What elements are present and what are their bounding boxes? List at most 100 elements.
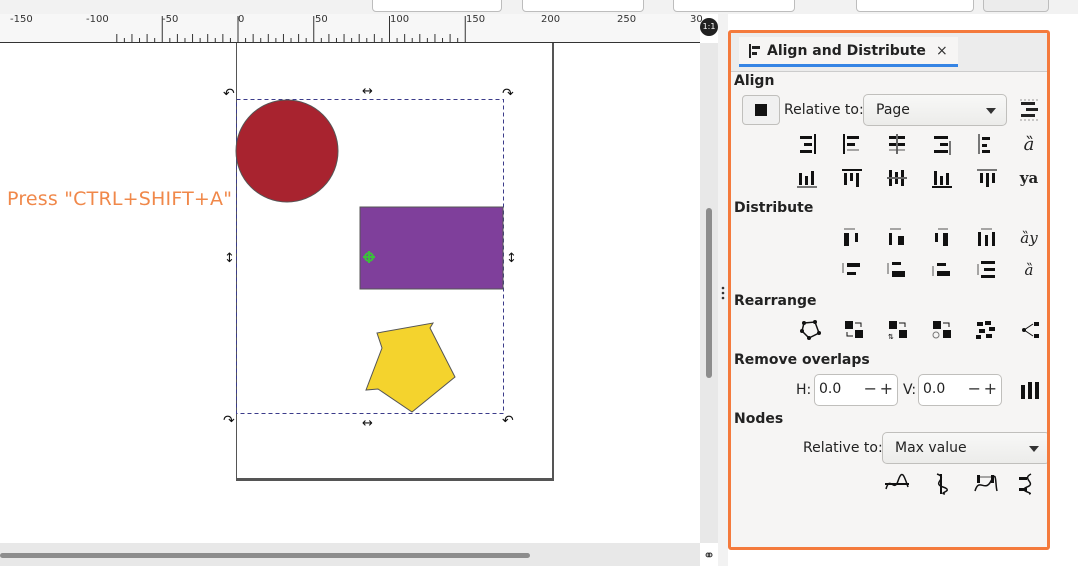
- toolbar-unit-button[interactable]: [983, 0, 1049, 12]
- red-circle[interactable]: [235, 99, 339, 203]
- skew-handle-icon[interactable]: ↔: [362, 84, 373, 99]
- rearrange-graph-button[interactable]: [795, 315, 825, 345]
- distribute-gaps-v-icon: [977, 261, 995, 278]
- horizontal-gap-spinbox[interactable]: 0.0 − +: [814, 374, 898, 406]
- align-text-anchors-button[interactable]: ȁ: [1014, 129, 1044, 159]
- section-title-align: Align: [734, 73, 775, 89]
- center-on-vertical-axis-button[interactable]: [882, 129, 912, 159]
- distribute-text-anchors-v-button[interactable]: ȁ: [1014, 255, 1044, 285]
- exchange-positions-stacking-order-button[interactable]: ⇅: [883, 315, 913, 345]
- distribute-gaps-horizontally-button[interactable]: [972, 223, 1002, 253]
- rotate-handle-icon[interactable]: ↷: [502, 86, 514, 102]
- nodes-relative-dropdown[interactable]: Max value: [882, 432, 1047, 464]
- align-nodes-vertical-button[interactable]: [927, 469, 957, 499]
- align-right-edges-to-left-button[interactable]: [792, 129, 822, 159]
- vertical-gap-value[interactable]: 0.0: [923, 381, 945, 397]
- toolbar-field-x[interactable]: [372, 0, 502, 12]
- unclump-button[interactable]: [1015, 315, 1045, 345]
- skew-handle-icon[interactable]: ↕: [506, 251, 517, 266]
- nodes-relative-value: Max value: [895, 440, 967, 456]
- exchange-positions-selection-order-button[interactable]: [839, 315, 869, 345]
- purple-rectangle[interactable]: [359, 206, 504, 290]
- ruler-label: 100: [390, 14, 410, 25]
- treat-as-group-button[interactable]: [742, 95, 780, 125]
- text-distribute-h-icon: ȁy: [1020, 229, 1038, 247]
- align-bottom-edge-icon: [797, 171, 817, 188]
- horizontal-gap-value[interactable]: 0.0: [819, 381, 841, 397]
- tab-align-and-distribute[interactable]: Align and Distribute ×: [739, 37, 958, 67]
- rotate-handle-icon[interactable]: ↶: [223, 86, 235, 102]
- align-right-icon: [934, 136, 951, 155]
- decrement-button[interactable]: −: [864, 379, 877, 398]
- vertical-gap-spinbox[interactable]: 0.0 − +: [918, 374, 1002, 406]
- ruler-label: -50: [162, 14, 179, 25]
- section-title-remove-overlaps: Remove overlaps: [734, 352, 870, 368]
- toolbar-field-y[interactable]: [522, 0, 644, 12]
- vertical-scrollbar-thumb[interactable]: [706, 208, 712, 378]
- rotate-handle-icon[interactable]: ↷: [223, 413, 235, 429]
- increment-button[interactable]: +: [984, 379, 997, 398]
- center-vertical-axis-icon: [889, 134, 905, 154]
- align-panel-icon: [749, 43, 760, 58]
- close-tab-icon[interactable]: ×: [936, 43, 948, 59]
- distribute-right-edges-button[interactable]: [927, 223, 957, 253]
- align-relative-label: Relative to:: [784, 102, 864, 118]
- selection-group-icon: [755, 104, 767, 116]
- horizontal-scrollbar-thumb[interactable]: [0, 553, 530, 558]
- ruler-label: 250: [617, 14, 637, 25]
- ruler-label: -100: [86, 14, 109, 25]
- align-top-to-bottom-button[interactable]: [972, 163, 1002, 193]
- align-group-options-icon: [1020, 99, 1038, 121]
- align-left-anchor-icon: [978, 134, 990, 154]
- randomize-centers-button[interactable]: [971, 315, 1001, 345]
- align-right-edges-button[interactable]: [927, 129, 957, 159]
- ruler-label: -150: [10, 14, 33, 25]
- divider-grip-icon[interactable]: [720, 286, 726, 300]
- align-top-edges-button[interactable]: [837, 163, 867, 193]
- align-left-edges-to-right-button[interactable]: [972, 129, 1002, 159]
- distribute-gaps-h-icon: [978, 228, 995, 246]
- center-on-horizontal-axis-button[interactable]: [882, 163, 912, 193]
- exchange-positions-clockwise-button[interactable]: [927, 315, 957, 345]
- decrement-button[interactable]: −: [968, 379, 981, 398]
- exchange-clockwise-icon: [932, 321, 951, 339]
- distribute-left-edges-button[interactable]: [837, 223, 867, 253]
- section-title-rearrange: Rearrange: [734, 293, 817, 309]
- rotate-handle-icon[interactable]: ↶: [502, 413, 514, 429]
- distribute-top-edges-button[interactable]: [837, 255, 867, 285]
- distribute-nodes-vertical-button[interactable]: [1015, 469, 1045, 499]
- increment-button[interactable]: +: [880, 379, 893, 398]
- distribute-bottom-edges-button[interactable]: [927, 255, 957, 285]
- vertical-gap-label: V:: [903, 382, 917, 398]
- exchange-stack-icon: ⇅: [888, 321, 907, 341]
- distribute-centers-horizontally-button[interactable]: [882, 223, 912, 253]
- align-nodes-horizontal-button[interactable]: [882, 469, 912, 499]
- distribute-bottom-icon: [932, 263, 950, 276]
- text-distribute-v-icon: ȁ: [1024, 261, 1034, 279]
- distribute-nodes-horizontal-button[interactable]: [971, 469, 1001, 499]
- align-relative-dropdown[interactable]: Page: [863, 94, 1007, 126]
- toolbar-field-h[interactable]: [856, 0, 974, 12]
- align-left-edge-icon: [843, 134, 859, 154]
- zoom-1to1-icon[interactable]: 1:1: [700, 18, 718, 36]
- node-align-v-icon: [936, 473, 948, 495]
- skew-handle-icon[interactable]: ↕: [224, 251, 235, 266]
- remove-overlaps-button[interactable]: [1015, 375, 1045, 405]
- svg-text:⇅: ⇅: [888, 333, 894, 341]
- randomize-icon: [976, 321, 995, 339]
- align-baselines-button[interactable]: ya: [1014, 163, 1044, 193]
- toolbar-field-w[interactable]: [673, 0, 795, 12]
- move-selection-as-group-button[interactable]: [1014, 95, 1044, 125]
- distribute-centers-vertically-button[interactable]: [882, 255, 912, 285]
- align-bottom-edges-button[interactable]: [927, 163, 957, 193]
- yellow-star[interactable]: [365, 322, 456, 413]
- section-title-nodes: Nodes: [734, 411, 784, 427]
- distribute-gaps-vertically-button[interactable]: [972, 255, 1002, 285]
- align-relative-value: Page: [876, 102, 910, 118]
- ruler-label: 50: [315, 14, 328, 25]
- align-left-edges-button[interactable]: [837, 129, 867, 159]
- distribute-text-anchors-h-button[interactable]: ȁy: [1014, 223, 1044, 253]
- skew-handle-icon[interactable]: ↔: [362, 416, 373, 431]
- display-mode-icon[interactable]: ⚭: [700, 547, 718, 565]
- align-bottom-to-top-button[interactable]: [792, 163, 822, 193]
